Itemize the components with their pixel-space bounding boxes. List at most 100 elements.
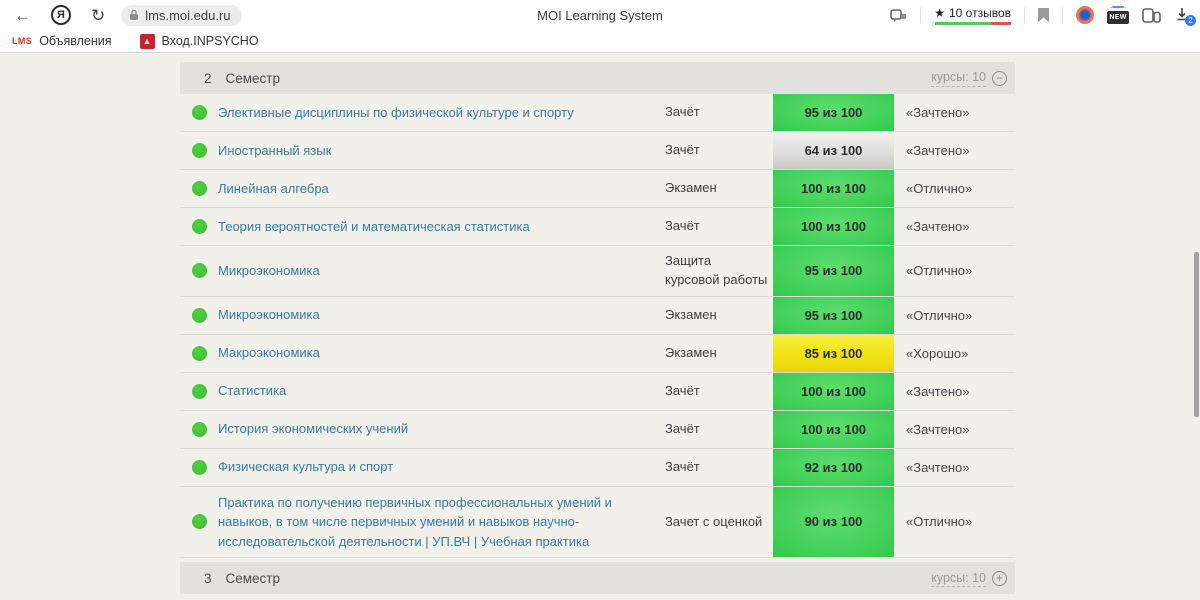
course-link[interactable]: Макроэкономика (218, 337, 665, 369)
course-row: Физическая культура и спорт Зачёт 92 из … (180, 448, 1015, 487)
grade-label: «Отлично» (906, 307, 973, 323)
protect-icon[interactable] (890, 8, 907, 23)
course-link[interactable]: Теория вероятностей и математическая ста… (218, 211, 665, 243)
course-row: Микроэкономика Экзамен 95 из 100 «Отличн… (180, 296, 1015, 335)
status-dot-cell (180, 181, 218, 196)
course-row: Теория вероятностей и математическая ста… (180, 208, 1015, 246)
status-dot-cell (180, 263, 218, 279)
status-dot-icon (191, 345, 207, 361)
grade-label: «Отлично» (906, 263, 973, 279)
grade-label: «Зачтено» (906, 459, 970, 475)
assessment-type: Зачет с оценкой (665, 513, 763, 529)
course-link[interactable]: Линейная алгебра (218, 173, 665, 205)
grade-label: «Отлично» (906, 514, 973, 530)
course-row: Макроэкономика Экзамен 85 из 100 «Хорошо… (180, 334, 1015, 373)
course-link[interactable]: Физическая культура и спорт (218, 451, 665, 483)
back-icon[interactable]: ← (14, 7, 31, 24)
course-row: Микроэкономика Защита курсовой работы 95… (180, 246, 1015, 297)
semester-title: Семестр (225, 70, 281, 86)
yandex-home-icon[interactable]: Я (51, 5, 71, 25)
status-dot-icon (191, 181, 207, 196)
expand-section-icon[interactable]: + (992, 570, 1007, 586)
course-link[interactable]: История экономических учений (218, 413, 665, 445)
grade-label: «Отлично» (906, 181, 973, 196)
assessment-type: Экзамен (665, 344, 717, 360)
score-badge: 95 из 100 (773, 246, 894, 296)
grade-label: «Зачтено» (906, 143, 970, 158)
score-badge: 95 из 100 (773, 94, 894, 131)
assessment-type: Зачёт (665, 142, 700, 158)
page-title: MOI Learning System (537, 7, 663, 23)
course-link[interactable]: Микроэкономика (218, 299, 665, 331)
course-row: Практика по получению первичных професси… (180, 486, 1015, 559)
lms-favicon: LMS (12, 36, 33, 46)
status-dot-cell (180, 383, 218, 399)
semester-number: 2 (204, 70, 212, 86)
grade-label: «Зачтено» (906, 219, 970, 234)
downloads-button[interactable]: 2 (1174, 6, 1196, 26)
collapse-section-icon[interactable]: − (992, 70, 1007, 86)
status-dot-cell (180, 459, 218, 475)
course-link[interactable]: Практика по получению первичных професси… (218, 487, 665, 558)
course-table-body: Элективные дисциплины по физической куль… (180, 94, 1015, 559)
page-content: 2 Семестр курсы: 10 − Элективные дисципл… (0, 54, 1200, 600)
browser-extension-icon[interactable] (1076, 6, 1094, 24)
status-dot-icon (191, 219, 207, 234)
status-dot-cell (180, 105, 218, 120)
course-link[interactable]: Элективные дисциплины по физической куль… (218, 97, 665, 129)
grade-label: «Зачтено» (906, 383, 970, 399)
lock-icon[interactable] (129, 9, 139, 21)
assessment-type: Зачёт (665, 420, 700, 436)
status-dot-cell (180, 143, 218, 158)
gradebook-table: 2 Семестр курсы: 10 − Элективные дисципл… (180, 62, 1015, 595)
status-dot-cell (180, 514, 218, 530)
browser-toolbar: ← Я ↻ lms.moi.edu.ru MOI Learning System… (0, 0, 1200, 30)
side-panels-icon[interactable] (1142, 7, 1161, 23)
kino-new-extension-icon[interactable]: NEW (1107, 6, 1129, 24)
status-dot-icon (191, 143, 207, 158)
bookmark-label: Вход.INPSYCHO (161, 34, 259, 48)
vertical-scrollbar-thumb[interactable] (1194, 252, 1199, 417)
course-row: Иностранный язык Зачёт 64 из 100 «Зачтен… (180, 132, 1015, 170)
bookmark-flag-icon[interactable] (1038, 7, 1049, 23)
toolbar-separator (1024, 7, 1025, 23)
semester-title: Семестр (225, 570, 281, 586)
url-text: lms.moi.edu.ru (145, 7, 231, 23)
score-badge: 92 из 100 (773, 448, 894, 486)
assessment-type: Экзамен (665, 306, 717, 322)
status-dot-icon (191, 421, 207, 437)
assessment-type: Зачёт (665, 104, 700, 120)
course-row: История экономических учений Зачёт 100 и… (180, 410, 1015, 449)
course-row: Статистика Зачёт 100 из 100 «Зачтено» (180, 372, 1015, 411)
course-link[interactable]: Микроэкономика (218, 255, 665, 287)
star-icon: ★ (934, 5, 945, 20)
status-dot-icon (191, 263, 207, 279)
grade-label: «Хорошо» (906, 345, 969, 361)
course-row: Элективные дисциплины по физической куль… (180, 94, 1015, 132)
semester-3-header: 3 Семестр курсы: 10 + (180, 562, 1015, 595)
score-badge: 85 из 100 (773, 334, 894, 372)
bookmarks-bar: LMS Объявления ▲ Вход.INPSYCHO (0, 30, 1200, 53)
site-reviews-button[interactable]: ★ 10 отзывов (934, 6, 1011, 25)
courses-count-link[interactable]: курсы: 10 (931, 69, 986, 87)
status-dot-icon (191, 514, 207, 530)
score-badge: 95 из 100 (773, 296, 894, 334)
score-badge: 100 из 100 (773, 372, 894, 410)
course-link[interactable]: Статистика (218, 375, 665, 407)
score-badge: 100 из 100 (773, 170, 894, 207)
course-link[interactable]: Иностранный язык (218, 135, 665, 167)
semester-2-header: 2 Семестр курсы: 10 − (180, 62, 1015, 94)
assessment-type: Экзамен (665, 180, 717, 196)
inpsycho-favicon: ▲ (139, 33, 155, 49)
address-bar[interactable]: lms.moi.edu.ru (121, 4, 242, 26)
reviews-count-label: 10 отзывов (948, 5, 1011, 20)
bookmark-label: Объявления (39, 34, 112, 48)
reviews-rating-bar (934, 21, 1011, 25)
grade-label: «Зачтено» (906, 105, 970, 120)
bookmark-item-inpsycho-login[interactable]: ▲ Вход.INPSYCHO (139, 33, 259, 49)
bookmark-item-announcements[interactable]: LMS Объявления (12, 34, 112, 48)
score-badge: 90 из 100 (773, 486, 894, 558)
refresh-icon[interactable]: ↻ (91, 7, 105, 24)
status-dot-cell (180, 219, 218, 234)
courses-count-link[interactable]: курсы: 10 (931, 570, 986, 587)
